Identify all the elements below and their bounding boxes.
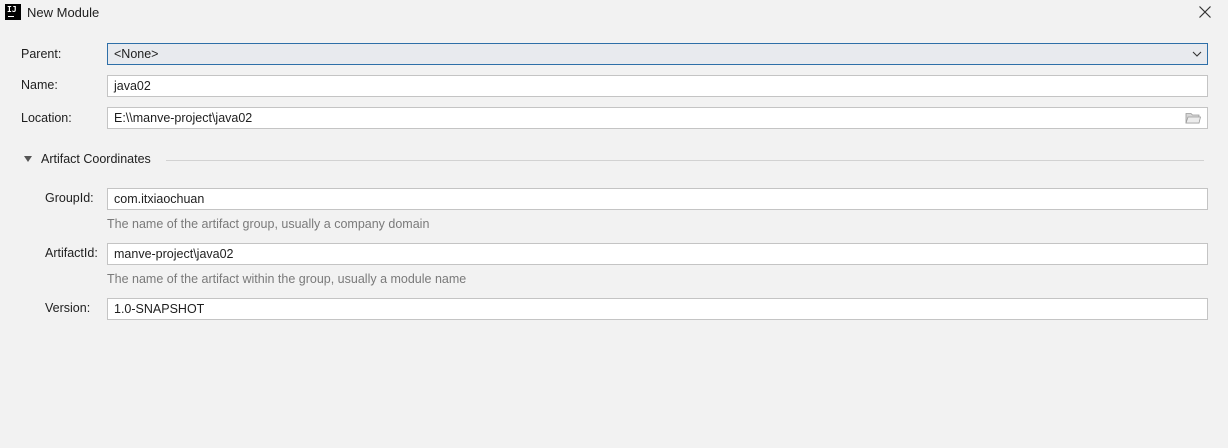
triangle-down-icon [24,156,32,162]
version-label: Version: [45,301,91,315]
intellij-logo-icon: IJ [5,4,21,20]
location-input[interactable]: E:\\manve-project\java02 [107,107,1208,129]
close-button[interactable] [1196,3,1214,21]
artifactid-hint: The name of the artifact within the grou… [107,272,467,286]
section-divider [166,160,1204,161]
parent-value: <None> [114,47,159,61]
groupid-hint: The name of the artifact group, usually … [107,217,430,231]
app-icon-text: IJ [7,5,17,14]
artifactid-input[interactable]: manve-project\java02 [107,243,1208,265]
new-module-dialog: IJ New Module Parent: <None> Name: java0… [0,0,1228,448]
parent-dropdown[interactable]: <None> [107,43,1208,65]
section-title: Artifact Coordinates [41,152,151,166]
location-label: Location: [21,111,72,125]
name-label: Name: [21,78,58,92]
parent-label: Parent: [21,47,62,61]
version-input[interactable]: 1.0-SNAPSHOT [107,298,1208,320]
groupid-input[interactable]: com.itxiaochuan [107,188,1208,210]
close-icon [1199,6,1211,18]
artifactid-label: ArtifactId: [45,246,98,260]
folder-icon[interactable] [1185,111,1201,125]
groupid-label: GroupId: [45,191,94,205]
window-title: New Module [27,5,100,20]
chevron-down-icon [1192,51,1202,57]
title-bar: IJ New Module [0,0,1228,26]
location-value: E:\\manve-project\java02 [114,111,253,125]
name-input[interactable]: java02 [107,75,1208,97]
